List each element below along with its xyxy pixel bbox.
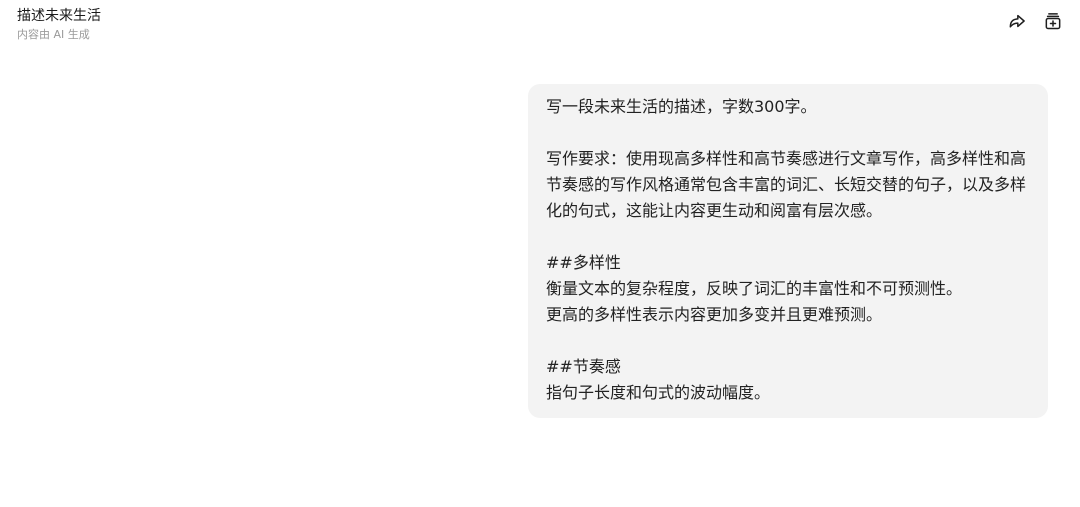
add-to-collection-icon [1045, 13, 1061, 30]
section-rhythm-line-1: 指句子长度和句式的波动幅度。 [546, 383, 771, 402]
message-requirement: 写作要求：使用现高多样性和高节奏感进行文章写作，高多样性和高节奏感的写作风格通常… [546, 149, 1027, 220]
share-button[interactable] [1006, 10, 1028, 32]
header-actions [1006, 10, 1064, 32]
section-rhythm-title: ##节奏感 [546, 357, 621, 376]
message-prompt: 写一段未来生活的描述，字数300字。 [546, 97, 817, 116]
user-message-bubble: 写一段未来生活的描述，字数300字。 写作要求：使用现高多样性和高节奏感进行文章… [528, 84, 1048, 418]
add-to-collection-button[interactable] [1042, 10, 1064, 32]
section-diversity-line-2: 更高的多样性表示内容更加多变并且更难预测。 [546, 305, 883, 324]
ai-generated-notice: 内容由 AI 生成 [17, 28, 90, 41]
section-diversity-title: ##多样性 [546, 253, 621, 272]
share-icon [1009, 14, 1025, 28]
conversation-title[interactable]: 描述未来生活 [17, 6, 101, 26]
conversation-header: 描述未来生活 内容由 AI 生成 [17, 6, 101, 43]
chat-page: 描述未来生活 内容由 AI 生成 写一段未来生活的描述，字数300字。 写作要求… [0, 0, 1080, 507]
section-diversity-line-1: 衡量文本的复杂程度，反映了词汇的丰富性和不可预测性。 [546, 279, 963, 298]
